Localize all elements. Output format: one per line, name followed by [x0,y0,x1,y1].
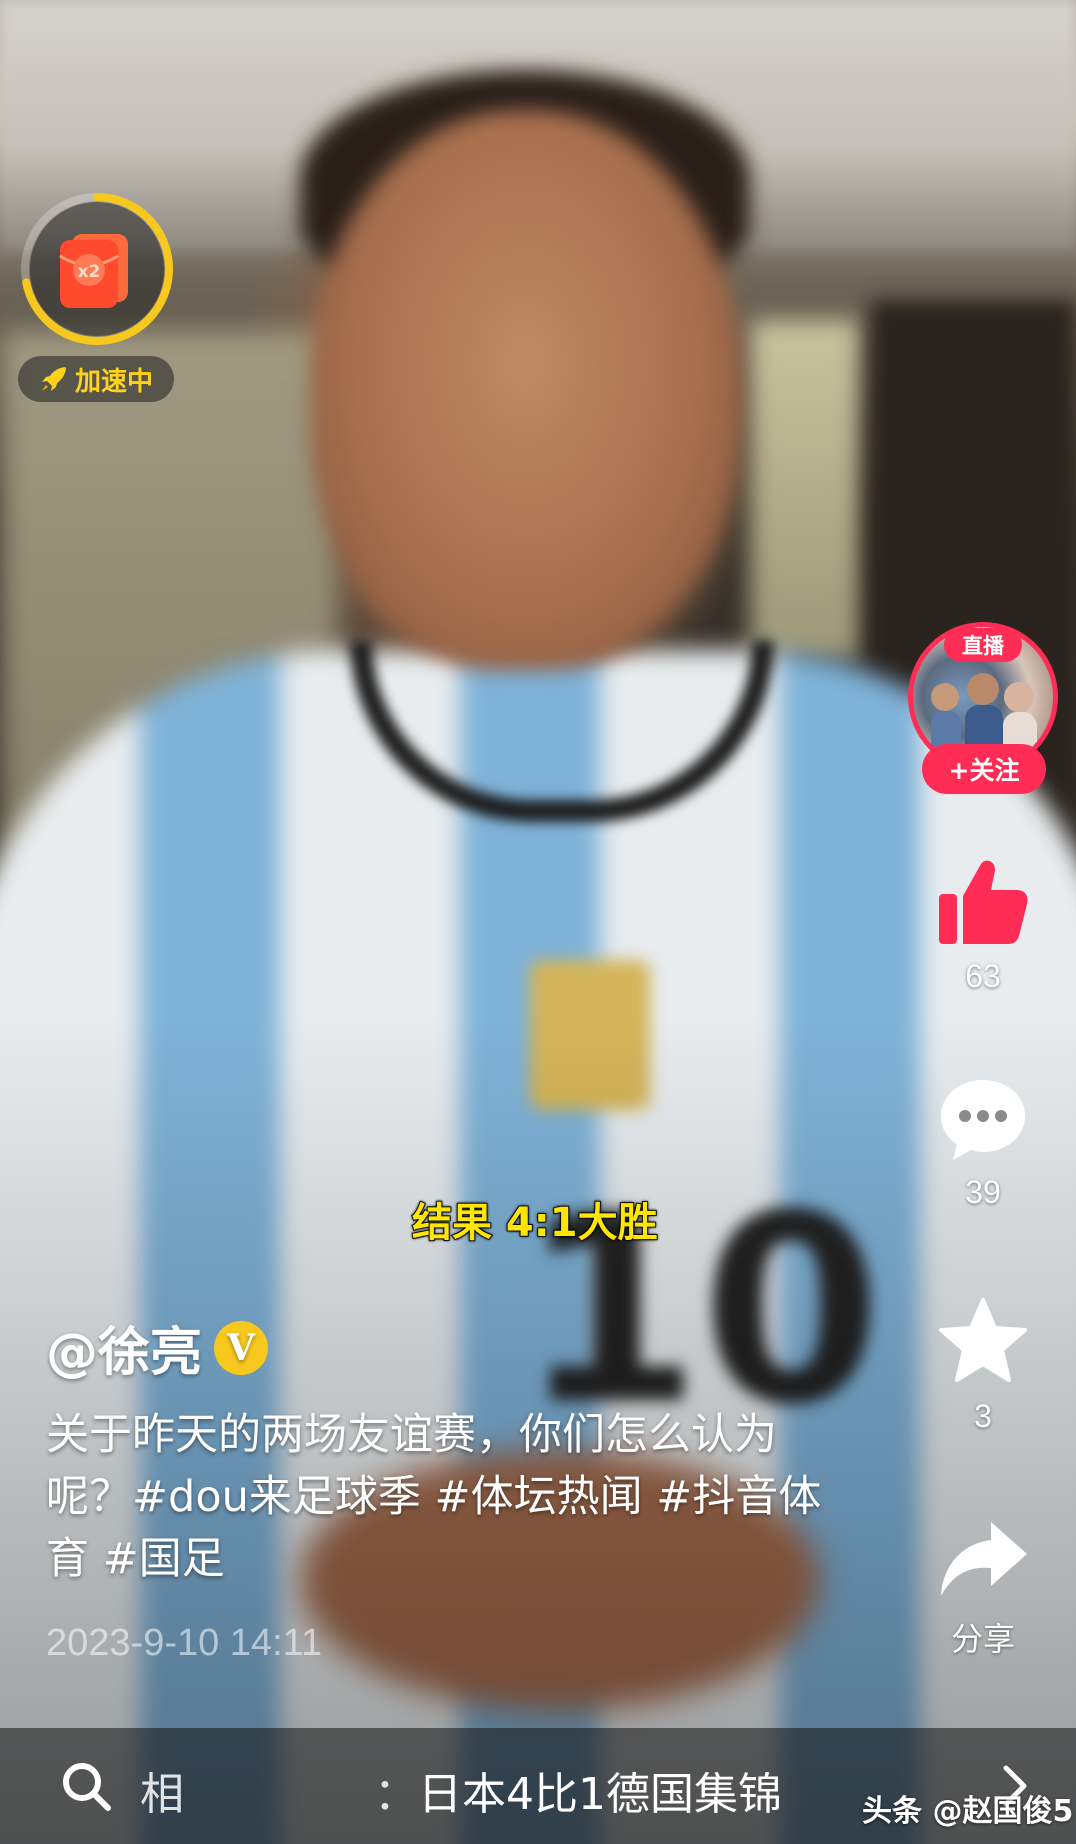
related-prefix: 相： [140,1758,418,1822]
boost-label: 加速中 [74,366,153,397]
live-badge[interactable]: 直播 [944,628,1022,662]
reward-widget[interactable]: x2 [18,190,176,348]
author-name[interactable]: @徐亮 [46,1310,202,1385]
favorite-action[interactable]: 3 [908,1296,1058,1435]
boost-status-pill[interactable]: 加速中 [18,356,174,402]
rocket-icon [41,367,66,391]
video-subtitle: 结果 4:1大胜 [411,1199,659,1247]
follow-button[interactable]: +关注 [922,744,1046,794]
comment-count: 39 [965,1174,1001,1210]
favorite-count: 3 [974,1398,992,1434]
red-envelope-icon: x2 [59,234,128,308]
comment-action[interactable]: 39 [908,1076,1058,1211]
video-screen[interactable]: 10 x2 加速中 [0,0,1076,1844]
reward-multiplier: x2 [78,262,101,282]
share-label: 分享 [950,1621,1015,1657]
share-icon [941,1522,1027,1596]
verified-badge-icon: V [214,1320,269,1375]
star-icon [939,1298,1027,1382]
post-timestamp: 2023-9-10 14:11 [46,1622,323,1664]
video-description[interactable]: 关于昨天的两场友谊赛，你们怎么认为呢？#dou来足球季 #体坛热闻 #抖音体育 … [46,1404,846,1590]
author-handle[interactable]: @徐亮 V [46,1310,269,1385]
related-prefix-text: 相 [140,1769,184,1820]
like-icon [939,860,1028,944]
source-watermark: 头条 @赵国俊5 [862,1794,1074,1829]
comment-icon [941,1080,1025,1160]
like-count: 63 [965,958,1001,994]
search-icon [63,1763,111,1811]
related-separator: ： [374,1769,418,1820]
like-action[interactable]: 63 [908,856,1058,995]
action-rail: 直播 +关注 63 39 3 分享 [900,0,1068,1700]
related-query[interactable]: 日本4比1德国集锦 [418,1758,782,1822]
share-action[interactable]: 分享 [908,1516,1058,1660]
